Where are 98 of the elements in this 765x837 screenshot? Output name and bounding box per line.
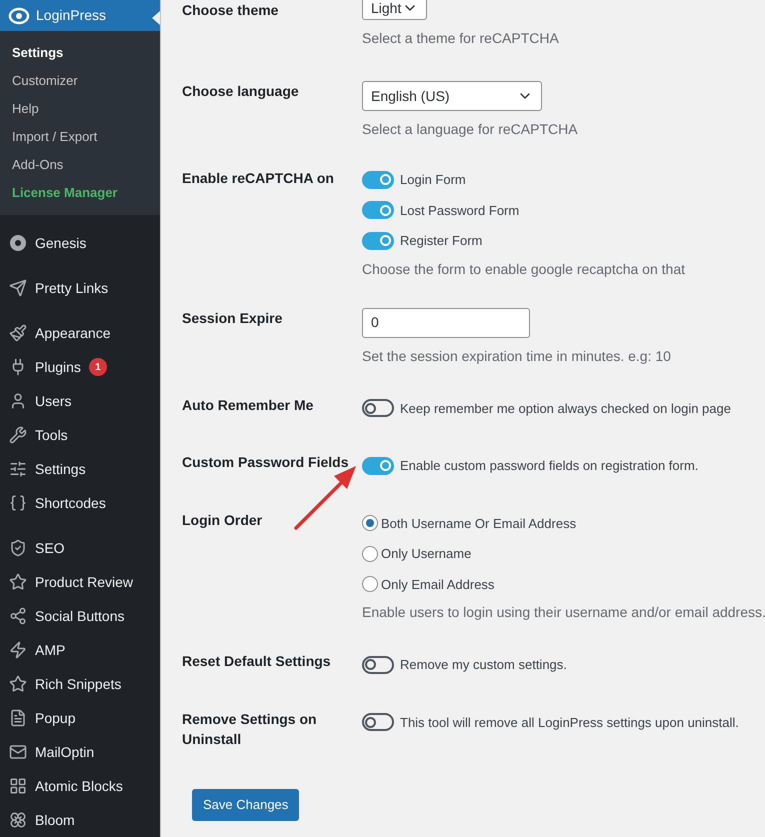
- dropdown[interactable]: Light: [362, 0, 427, 20]
- toggle-label: Keep remember me option always checked on login page: [400, 400, 731, 418]
- toggle-label: Register Form: [400, 232, 482, 250]
- setting-label: Session Expire: [182, 308, 284, 328]
- brackets-icon: [9, 494, 27, 512]
- radio-button[interactable]: [362, 576, 378, 592]
- toggle-label: Remove my custom settings.: [400, 656, 567, 674]
- menu-label: Bloom: [35, 810, 75, 830]
- menu-item[interactable]: Social Buttons: [0, 599, 160, 633]
- menu-item[interactable]: LoginPress: [0, 0, 160, 31]
- count-badge: 1: [88, 358, 107, 376]
- menu-item[interactable]: SEO: [0, 531, 160, 565]
- radio-label: Both Username Or Email Address: [381, 514, 576, 532]
- toggle-switch[interactable]: [362, 713, 394, 732]
- logo-icon: [8, 6, 30, 26]
- user-icon: [9, 392, 27, 410]
- sliders-icon: [9, 460, 27, 478]
- menu-label: Product Review: [35, 572, 134, 592]
- star-icon: [9, 573, 27, 591]
- menu-item[interactable]: Product Review: [0, 565, 160, 599]
- menu-item[interactable]: Users: [0, 384, 160, 418]
- menu-item[interactable]: AMP: [0, 633, 160, 667]
- toggle-switch[interactable]: [362, 456, 394, 475]
- radio-label: Only Email Address: [381, 576, 494, 594]
- wrench-icon: [9, 426, 27, 444]
- setting-label: Choose theme: [182, 1, 280, 20]
- menu-item[interactable]: Atomic Blocks: [0, 769, 160, 803]
- submenu-item[interactable]: Add-Ons: [0, 151, 160, 179]
- submenu-item[interactable]: Import / Export: [0, 123, 160, 151]
- help-text: Choose the form to enable google recaptcha on that: [362, 260, 686, 279]
- submenu-item[interactable]: License Manager: [0, 179, 160, 207]
- help-text: Enable users to login using their username and/or email address.: [362, 603, 765, 622]
- radio-button[interactable]: [362, 546, 378, 562]
- toggle-label: Lost Password Form: [400, 202, 520, 220]
- star-icon: [9, 675, 27, 693]
- input-field[interactable]: 0: [362, 308, 530, 338]
- lightning-icon: [9, 641, 27, 659]
- toggle-label: Login Form: [400, 171, 466, 189]
- circle-logo-icon: [9, 234, 27, 252]
- menu-label: Tools: [35, 426, 68, 444]
- radio-button[interactable]: [362, 515, 378, 532]
- help-text: Select a language for reCAPTCHA: [362, 120, 579, 139]
- toggle-switch[interactable]: [362, 656, 394, 674]
- help-text: Select a theme for reCAPTCHA: [362, 29, 560, 48]
- menu-item[interactable]: MailOptin: [0, 735, 160, 769]
- setting-label: Remove Settings on Uninstall: [182, 710, 318, 748]
- toggle-switch[interactable]: [362, 201, 394, 220]
- menu-label: Appearance: [35, 324, 111, 343]
- menu-item[interactable]: Bloom: [0, 803, 160, 837]
- menu-item[interactable]: Popup: [0, 701, 160, 735]
- menu-label: Plugins: [35, 358, 81, 377]
- mail-icon: [9, 743, 27, 761]
- menu-label: AMP: [35, 640, 66, 660]
- paper-plane-icon: [9, 279, 27, 297]
- menu-item[interactable]: Appearance: [0, 316, 160, 350]
- shield-icon: [9, 539, 27, 557]
- dropdown[interactable]: English (US): [362, 81, 542, 111]
- menu-label: Settings: [35, 460, 86, 479]
- help-text: Set the session expiration time in minutes. e.g: 10: [362, 346, 672, 366]
- current-indicator-icon: [152, 11, 160, 25]
- menu-label: MailOptin: [35, 742, 94, 762]
- flower-icon: [9, 811, 27, 829]
- paintbrush-icon: [9, 324, 27, 342]
- menu-label: Popup: [35, 708, 76, 728]
- document-icon: [9, 709, 27, 727]
- menu-label: Genesis: [35, 234, 86, 252]
- menu-item[interactable]: Genesis: [0, 226, 160, 260]
- setting-label: Reset Default Settings: [182, 652, 332, 671]
- toggle-label: Enable custom password fields on registration form.: [400, 457, 698, 475]
- toggle-switch[interactable]: [362, 170, 394, 189]
- menu-label: Pretty Links: [35, 278, 108, 298]
- toggle-label: This tool will remove all LoginPress settings upon uninstall.: [400, 714, 739, 732]
- setting-label: Login Order: [182, 510, 264, 530]
- menu-item[interactable]: Rich Snippets: [0, 667, 160, 701]
- setting-label: Custom Password Fields: [182, 453, 350, 472]
- menu-label: Atomic Blocks: [35, 776, 123, 796]
- menu-item[interactable]: Shortcodes: [0, 486, 160, 520]
- grid-icon: [9, 777, 27, 795]
- setting-label: Auto Remember Me: [182, 396, 314, 414]
- toggle-switch[interactable]: [362, 399, 394, 418]
- menu-item[interactable]: Pretty Links: [0, 271, 160, 305]
- menu-item[interactable]: Settings: [0, 452, 160, 486]
- share-icon: [9, 607, 27, 625]
- setting-label: Enable reCAPTCHA on: [182, 169, 335, 188]
- submenu-item[interactable]: Settings: [0, 39, 160, 67]
- menu-label: Rich Snippets: [35, 674, 122, 694]
- menu-label: Social Buttons: [35, 606, 124, 626]
- menu-label: SEO: [35, 538, 65, 558]
- menu-item[interactable]: Tools: [0, 418, 160, 452]
- submenu-item[interactable]: Help: [0, 95, 160, 123]
- toggle-switch[interactable]: [362, 232, 394, 250]
- menu-label: Users: [35, 392, 72, 410]
- setting-label: Choose language: [182, 82, 300, 101]
- submenu-item[interactable]: Customizer: [0, 67, 160, 95]
- menu-label: Shortcodes: [35, 494, 106, 512]
- save-button[interactable]: Save Changes: [192, 788, 300, 820]
- menu-item[interactable]: Plugins 1: [0, 350, 160, 384]
- radio-label: Only Username: [381, 545, 472, 563]
